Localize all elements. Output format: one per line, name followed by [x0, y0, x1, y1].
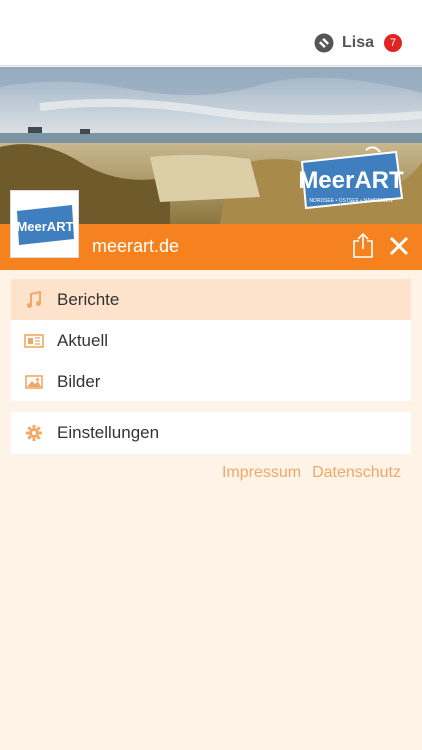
user-name: Lisa — [341, 34, 374, 51]
main-menu: Berichte Aktuell Bilder — [11, 279, 411, 401]
impressum-link[interactable]: Impressum — [222, 464, 301, 482]
site-name: meerart.de — [92, 236, 180, 256]
user-logo-icon — [314, 33, 334, 53]
site-logo-thumbnail: MeerART — [10, 190, 79, 258]
menu-item-bilder[interactable]: Bilder — [11, 361, 411, 402]
datenschutz-link[interactable]: Datenschutz — [312, 464, 401, 482]
settings-menu: Einstellungen — [11, 412, 411, 454]
user-menu[interactable]: Lisa 7 — [314, 33, 402, 53]
notification-badge[interactable]: 7 — [384, 34, 402, 52]
svg-text:MeerART: MeerART — [16, 219, 73, 234]
meerart-logo-hero: MeerART NORDSEE • OSTSEE • NAHREISEN — [298, 146, 404, 210]
menu-label-einstellungen: Einstellungen — [57, 422, 160, 442]
share-icon[interactable] — [352, 232, 374, 258]
menu-item-aktuell[interactable]: Aktuell — [11, 320, 411, 361]
svg-text:MeerART: MeerART — [298, 167, 404, 194]
menu-label-aktuell: Aktuell — [57, 330, 109, 350]
newspaper-icon — [24, 331, 44, 351]
menu-label-bilder: Bilder — [57, 371, 101, 391]
menu-label-berichte: Berichte — [57, 289, 120, 309]
svg-text:NORDSEE • OSTSEE • NAHREISEN: NORDSEE • OSTSEE • NAHREISEN — [309, 198, 393, 204]
gear-icon — [24, 423, 44, 443]
menu-item-berichte[interactable]: Berichte — [11, 279, 411, 320]
music-note-icon — [24, 290, 44, 310]
close-icon[interactable] — [388, 235, 410, 257]
menu-item-einstellungen[interactable]: Einstellungen — [11, 412, 411, 453]
image-icon — [24, 372, 44, 392]
footer-links: Impressum Datenschutz — [222, 464, 401, 482]
top-bar: Lisa 7 — [0, 0, 422, 66]
